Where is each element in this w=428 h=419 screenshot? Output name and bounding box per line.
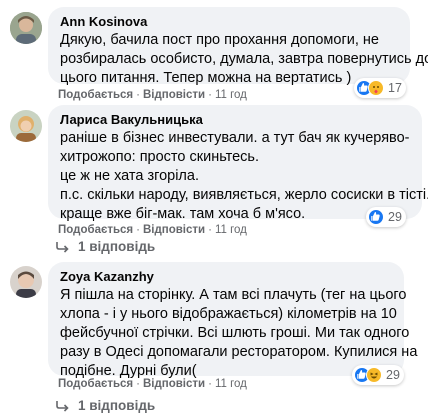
view-replies-link[interactable]: 1 відповідь (56, 239, 155, 254)
reaction-count: 17 (388, 81, 402, 95)
avatar-photo (10, 266, 42, 298)
comment-text: раніше в бізнес инвестували. а тут бач я… (60, 129, 428, 224)
comment-line: хитрожопо: просто скиньтесь. (60, 149, 259, 165)
comment-author[interactable]: Ann Kosinova (60, 14, 398, 30)
avatar-photo (10, 110, 42, 142)
comment-line: краще вже біг-мак. там хоча б м'ясо. (60, 206, 306, 222)
replies-count-label: 1 відповідь (78, 239, 156, 254)
comment-line: цього питання. Тепер можна на вертатись … (60, 70, 352, 86)
view-replies-link[interactable]: 1 відповідь (56, 398, 155, 413)
comment-bubble: Ann Kosinova Дякую, бачила пост про прох… (48, 7, 428, 86)
comment-bubble: Лариса Вакульницька раніше в бізнес инве… (48, 105, 428, 222)
avatar[interactable] (10, 12, 42, 44)
reply-arrow-icon (56, 241, 69, 253)
haha-icon (366, 367, 382, 383)
replies-count-label: 1 відповідь (78, 398, 156, 413)
comment-time[interactable]: 11 год (215, 89, 247, 101)
avatar-photo (10, 12, 42, 44)
reaction-summary[interactable]: 29 (352, 365, 404, 385)
reply-button[interactable]: Відповісти (143, 89, 205, 101)
care-icon (368, 80, 384, 96)
reaction-count: 29 (388, 210, 402, 224)
like-button[interactable]: Подобається (58, 224, 133, 236)
comment-line: разу в Одесі допомагали ресторатором. Ку… (60, 344, 418, 360)
comment-text: Я пішла на сторінку. А там всі плачуть (… (60, 286, 418, 381)
comment-line: п.с. скільки народу, виявляється, жерло … (60, 187, 428, 203)
comment-line: Дякую, бачила пост про прохання допомоги… (60, 32, 379, 48)
reply-button[interactable]: Відповісти (143, 224, 205, 236)
reaction-summary[interactable]: 17 (354, 78, 406, 98)
comment-time[interactable]: 11 год (215, 378, 247, 390)
comment-line: Я пішла на сторінку. А там всі плачуть (… (60, 287, 407, 303)
comment-line: хлопа - і у нього відображається) кіломе… (60, 306, 397, 322)
comment-line: фейсбучної стрічки. Всі шлють гроші. Ми … (60, 325, 410, 341)
comment-line: це ж не хата згоріла. (60, 168, 199, 184)
comment-line: розбиралась особисто, думала, завтра пов… (60, 51, 428, 67)
comment-bubble: Zoya Kazanzhy Я пішла на сторінку. А там… (48, 262, 417, 379)
comment-author[interactable]: Zoya Kazanzhy (60, 269, 392, 285)
avatar[interactable] (10, 110, 42, 142)
comment-author[interactable]: Лариса Вакульницька (60, 112, 410, 128)
comment-actions: Подобається · Відповісти · 11 год (58, 378, 247, 390)
comment-time[interactable]: 11 год (215, 224, 247, 236)
comment-text: Дякую, бачила пост про прохання допомоги… (60, 31, 428, 88)
reaction-count: 29 (386, 368, 400, 382)
avatar[interactable] (10, 266, 42, 298)
comment-actions: Подобається · Відповісти · 11 год (58, 89, 247, 101)
reaction-summary[interactable]: 29 (366, 207, 406, 227)
like-icon (368, 209, 384, 225)
comment-actions: Подобається · Відповісти · 11 год (58, 224, 247, 236)
like-button[interactable]: Подобається (58, 89, 133, 101)
reply-button[interactable]: Відповісти (143, 378, 205, 390)
comment-line: раніше в бізнес инвестували. а тут бач я… (60, 130, 410, 146)
reply-arrow-icon (56, 400, 69, 412)
like-button[interactable]: Подобається (58, 378, 133, 390)
